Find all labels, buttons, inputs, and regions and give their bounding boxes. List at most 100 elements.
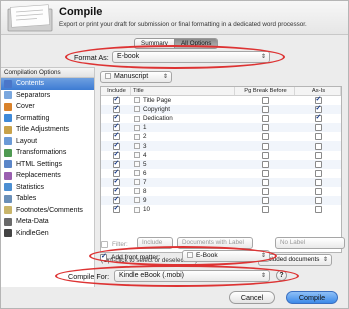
document-title: 9 <box>143 197 147 205</box>
header-pg-break[interactable]: Pg Break Before <box>235 87 295 95</box>
include-checkbox[interactable] <box>112 131 120 141</box>
as-is-checkbox[interactable] <box>314 178 322 186</box>
as-is-cell <box>295 151 341 159</box>
sidebar-item-meta-data[interactable]: Meta-Data <box>1 216 94 228</box>
sidebar-item-separators[interactable]: Separators <box>1 90 94 102</box>
sidebar-item-footnotes-comments[interactable]: Footnotes/Comments <box>1 205 94 217</box>
footnotes-icon <box>4 206 12 215</box>
include-checkbox[interactable] <box>112 95 120 105</box>
include-checkbox[interactable] <box>112 168 120 177</box>
sidebar-item-html-settings[interactable]: HTML Settings <box>1 159 94 171</box>
front-matter-checkbox[interactable] <box>100 252 107 261</box>
pg-break-checkbox[interactable] <box>261 97 269 105</box>
sidebar-item-label: Statistics <box>16 183 45 191</box>
pg-break-cell <box>235 124 295 132</box>
pg-break-checkbox[interactable] <box>261 206 269 214</box>
table-row: 2 <box>101 131 341 141</box>
header-as-is[interactable]: As-Is <box>295 87 341 95</box>
compile-for-select[interactable]: Kindle eBook (.mobi) ⇕ <box>114 270 270 282</box>
sidebar-item-layout[interactable]: Layout <box>1 136 94 148</box>
title-cell: 10 <box>131 206 235 213</box>
table-body: Title PageCopyrightDedication12345678 910 <box>101 95 341 214</box>
as-is-checkbox[interactable] <box>314 151 322 159</box>
as-is-checkbox[interactable] <box>314 95 322 105</box>
filter-label-select[interactable]: No Label <box>275 237 345 249</box>
folder-icon <box>105 73 111 80</box>
help-button[interactable]: ? <box>276 270 287 281</box>
as-is-checkbox[interactable] <box>314 104 322 114</box>
filter-include-select[interactable]: Include <box>137 237 173 249</box>
sidebar-item-title-adjustments[interactable]: Title Adjustments <box>1 124 94 136</box>
include-checkbox[interactable] <box>112 150 120 159</box>
front-matter-select[interactable]: E-Book ⇕ <box>182 250 270 262</box>
document-title: 10 <box>143 206 151 214</box>
filter-documents-select[interactable]: Documents with Label <box>177 237 253 249</box>
sidebar-item-formatting[interactable]: Formatting <box>1 113 94 125</box>
as-is-checkbox[interactable] <box>314 124 322 132</box>
pg-break-checkbox[interactable] <box>261 106 269 114</box>
sidebar-item-tables[interactable]: Tables <box>1 193 94 205</box>
include-checkbox[interactable] <box>112 177 120 186</box>
pg-break-checkbox[interactable] <box>261 178 269 186</box>
pg-break-checkbox[interactable] <box>261 151 269 159</box>
tab-all-options[interactable]: All Options <box>173 39 218 48</box>
include-checkbox[interactable] <box>112 159 120 168</box>
sidebar-item-statistics[interactable]: Statistics <box>1 182 94 194</box>
kindlegen-icon <box>4 229 12 238</box>
include-cell <box>101 141 131 150</box>
cancel-button[interactable]: Cancel <box>229 291 275 304</box>
sidebar-item-replacements[interactable]: Replacements <box>1 170 94 182</box>
pg-break-checkbox[interactable] <box>261 133 269 141</box>
include-cell <box>101 177 131 186</box>
pg-break-cell <box>235 206 295 214</box>
compile-scope-value: Included documents <box>263 256 320 263</box>
include-checkbox[interactable] <box>112 141 120 150</box>
pg-break-checkbox[interactable] <box>261 142 269 150</box>
pg-break-checkbox[interactable] <box>261 197 269 205</box>
format-as-select[interactable]: E-book ⇕ <box>112 51 270 63</box>
title-cell: 7 <box>131 179 235 186</box>
include-checkbox[interactable] <box>112 122 120 132</box>
title-cell: Title Page <box>131 97 235 104</box>
include-checkbox[interactable] <box>112 104 120 114</box>
filter-include-value: Include <box>142 239 163 246</box>
pg-break-checkbox[interactable] <box>261 160 269 168</box>
filter-row: Filter: <box>101 239 128 248</box>
filter-checkbox[interactable] <box>101 240 108 248</box>
statistics-icon <box>4 183 12 192</box>
popup-arrows-icon: ⇕ <box>260 273 266 279</box>
sidebar-item-cover[interactable]: Cover <box>1 101 94 113</box>
title-cell: 3 <box>131 143 235 150</box>
sidebar-item-contents[interactable]: Contents <box>1 78 94 90</box>
include-cell <box>101 204 131 214</box>
sidebar-item-kindlegen[interactable]: KindleGen <box>1 228 94 240</box>
document-icon <box>134 197 140 204</box>
header-include[interactable]: Include <box>101 87 131 95</box>
dialog-title: Compile <box>59 6 103 18</box>
pg-break-checkbox[interactable] <box>261 187 269 195</box>
as-is-checkbox[interactable] <box>314 169 322 177</box>
include-checkbox[interactable] <box>112 113 120 123</box>
compile-button[interactable]: Compile <box>286 291 338 304</box>
as-is-checkbox[interactable] <box>314 206 322 214</box>
as-is-checkbox[interactable] <box>314 113 322 123</box>
document-title: 8 <box>143 187 147 195</box>
tab-summary[interactable]: Summary <box>135 39 174 48</box>
pg-break-checkbox[interactable] <box>261 169 269 177</box>
include-checkbox[interactable] <box>112 186 120 195</box>
replacements-icon <box>4 171 12 180</box>
title-cell: 4 <box>131 152 235 159</box>
sidebar-item-transformations[interactable]: Transformations <box>1 147 94 159</box>
as-is-checkbox[interactable] <box>314 142 322 150</box>
pg-break-checkbox[interactable] <box>261 124 269 132</box>
include-checkbox[interactable] <box>112 204 120 214</box>
header-title[interactable]: Title <box>131 87 235 95</box>
as-is-checkbox[interactable] <box>314 133 322 141</box>
as-is-checkbox[interactable] <box>314 197 322 205</box>
pg-break-checkbox[interactable] <box>261 115 269 123</box>
include-cell <box>101 195 131 205</box>
include-checkbox[interactable] <box>112 195 120 205</box>
manuscript-select[interactable]: Manuscript ⇕ <box>100 71 172 83</box>
as-is-checkbox[interactable] <box>314 187 322 195</box>
as-is-checkbox[interactable] <box>314 160 322 168</box>
